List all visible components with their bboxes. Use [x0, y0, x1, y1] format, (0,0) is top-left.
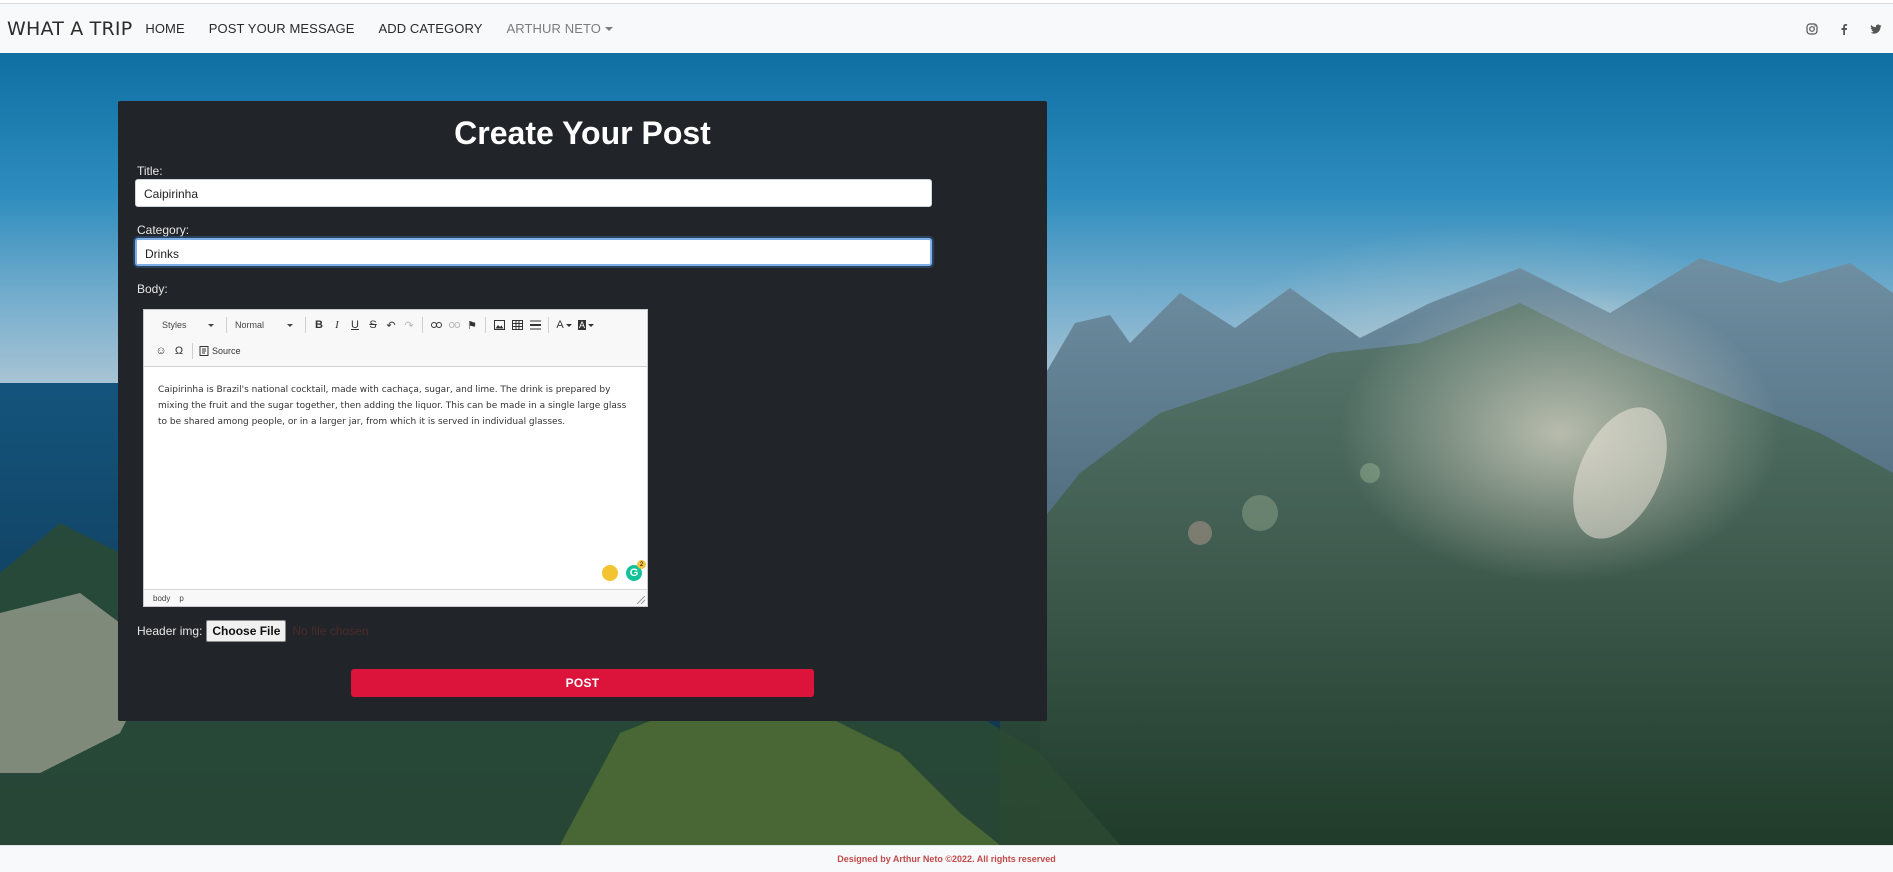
header-img-label: Header img:	[137, 624, 203, 638]
toolbar-separator	[548, 317, 549, 333]
source-label: Source	[212, 346, 241, 356]
emoji-face-icon[interactable]	[602, 565, 618, 581]
rich-text-editor: Styles Normal B I U S ↶ ↷ ⚑ A A ☺ Ω Sour…	[143, 309, 648, 607]
toolbar-row-1: Styles Normal B I U S ↶ ↷ ⚑ A A	[152, 314, 597, 336]
nav-home-link[interactable]: HOME	[145, 21, 184, 36]
editor-content[interactable]: Caipirinha is Brazil's national cocktail…	[158, 382, 634, 430]
title-label: Title:	[137, 164, 163, 178]
navbar: WHAT A TRIP HOME POST YOUR MESSAGE ADD C…	[0, 4, 1893, 53]
brand-logo[interactable]: WHAT A TRIP	[7, 18, 132, 40]
editor-toolbar: Styles Normal B I U S ↶ ↷ ⚑ A A ☺ Ω Sour…	[144, 310, 647, 367]
table-icon[interactable]	[508, 316, 526, 334]
form-title: Create Your Post	[454, 115, 711, 151]
footer-credits: Designed by Arthur Neto ©2022. All right…	[837, 854, 1056, 864]
category-input[interactable]: Drinks	[135, 238, 932, 266]
toolbar-separator	[226, 317, 227, 333]
bold-icon[interactable]: B	[310, 316, 328, 334]
anchor-flag-icon[interactable]: ⚑	[463, 316, 481, 334]
create-post-form: Create Your Post Title: Caipirinha Categ…	[118, 101, 1047, 721]
image-icon[interactable]	[490, 316, 508, 334]
caret-down-icon	[605, 26, 614, 31]
facebook-icon[interactable]	[1837, 22, 1851, 36]
user-name: ARTHUR NETO	[506, 21, 602, 36]
toolbar-separator	[485, 317, 486, 333]
format-dropdown-label: Normal	[235, 320, 265, 330]
title-input[interactable]: Caipirinha	[135, 179, 932, 207]
resize-grip-icon[interactable]	[637, 596, 645, 604]
nav-links: HOME POST YOUR MESSAGE ADD CATEGORY ARTH…	[145, 21, 637, 36]
underline-icon[interactable]: U	[346, 316, 364, 334]
toolbar-row-2: ☺ Ω Source	[152, 340, 241, 362]
body-label: Body:	[137, 282, 168, 296]
post-submit-button[interactable]: POST	[351, 669, 814, 697]
grammarly-badge: 2	[637, 560, 646, 569]
smiley-icon[interactable]: ☺	[152, 342, 170, 360]
chevron-down-icon	[208, 323, 214, 327]
social-links	[1787, 4, 1883, 53]
nav-add-category-link[interactable]: ADD CATEGORY	[378, 21, 482, 36]
special-char-omega-icon[interactable]: Ω	[170, 342, 188, 360]
nav-post-message-link[interactable]: POST YOUR MESSAGE	[209, 21, 355, 36]
choose-file-button[interactable]: Choose File	[206, 620, 287, 642]
styles-dropdown[interactable]: Styles	[152, 316, 218, 334]
toolbar-separator	[422, 317, 423, 333]
horizontal-rule-icon[interactable]	[526, 316, 544, 334]
chevron-down-icon	[287, 323, 293, 327]
styles-dropdown-label: Styles	[162, 320, 187, 330]
twitter-icon[interactable]	[1869, 22, 1883, 36]
category-label: Category:	[137, 223, 190, 237]
no-file-text: No file chosen	[292, 624, 369, 638]
strikethrough-icon[interactable]: S	[364, 316, 382, 334]
footer: Designed by Arthur Neto ©2022. All right…	[0, 845, 1893, 872]
toolbar-separator	[305, 317, 306, 333]
instagram-icon[interactable]	[1805, 22, 1819, 36]
toolbar-separator	[192, 343, 193, 359]
unlink-icon[interactable]	[445, 316, 463, 334]
editor-status-bar: body p	[144, 589, 647, 606]
path-p[interactable]: p	[179, 594, 183, 603]
source-icon	[199, 346, 209, 356]
text-color-icon[interactable]: A	[553, 316, 575, 334]
link-icon[interactable]	[427, 316, 445, 334]
source-button[interactable]: Source	[199, 346, 241, 356]
path-body[interactable]: body	[153, 594, 170, 603]
header-image-field: Header img: Choose File No file chosen	[137, 620, 368, 642]
background-color-icon[interactable]: A	[575, 316, 597, 334]
redo-icon[interactable]: ↷	[400, 316, 418, 334]
user-dropdown[interactable]: ARTHUR NETO	[506, 21, 614, 36]
undo-icon[interactable]: ↶	[382, 316, 400, 334]
italic-icon[interactable]: I	[328, 316, 346, 334]
format-dropdown[interactable]: Normal	[231, 316, 297, 334]
